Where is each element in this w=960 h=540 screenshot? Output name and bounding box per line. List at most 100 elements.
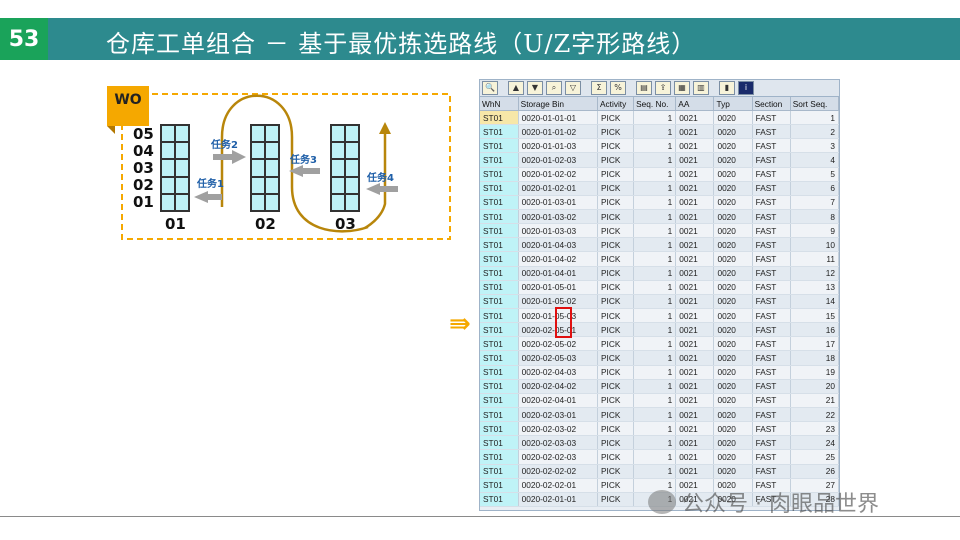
table-cell[interactable]: 0020 [713, 294, 753, 309]
table-cell[interactable]: 0021 [675, 365, 715, 380]
table-cell[interactable]: ST01 [480, 393, 519, 408]
table-cell[interactable]: 17 [790, 336, 839, 352]
table-cell[interactable]: 0021 [675, 308, 715, 324]
table-cell[interactable]: 11 [790, 251, 839, 267]
table-cell[interactable]: FAST [752, 336, 791, 352]
table-row[interactable]: ST01 0020-01-02-01 PICK 1 0021 0020 FAST 6 [480, 181, 839, 196]
table-cell[interactable]: 0020-01-02-01 [518, 181, 598, 196]
table-cell[interactable]: PICK [597, 124, 635, 140]
table-row[interactable]: ST01 0020-02-05-01 PICK 1 0021 0020 FAST 16 [480, 322, 839, 338]
table-cell[interactable]: 24 [790, 435, 839, 451]
table-cell[interactable]: 0020-01-04-01 [518, 266, 598, 281]
table-cell[interactable]: 0020 [713, 464, 753, 479]
table-cell[interactable]: 0020-01-04-03 [518, 237, 598, 253]
table-cell[interactable]: 0020 [713, 152, 753, 168]
table-cell[interactable]: 0020 [713, 209, 753, 225]
table-cell[interactable]: 0021 [675, 167, 715, 182]
table-cell[interactable]: 0021 [675, 251, 715, 267]
sort-descending-icon[interactable]: ▼ [527, 81, 543, 95]
table-cell[interactable]: 1 [633, 407, 677, 423]
table-cell[interactable]: 1 [633, 322, 677, 338]
table-cell[interactable]: 0020 [713, 421, 753, 437]
table-cell[interactable]: 0020-01-03-01 [518, 195, 598, 210]
table-row[interactable]: ST01 0020-01-03-02 PICK 1 0021 0020 FAST 8 [480, 209, 839, 225]
table-cell[interactable]: 1 [633, 280, 677, 295]
table-cell[interactable]: 0020 [713, 138, 753, 154]
table-cell[interactable]: FAST [752, 223, 791, 239]
table-cell[interactable]: FAST [752, 251, 791, 267]
table-cell[interactable]: FAST [752, 350, 791, 366]
table-cell[interactable]: FAST [752, 294, 791, 309]
table-cell[interactable]: 0020-02-04-03 [518, 365, 598, 380]
table-cell[interactable]: 0020 [713, 181, 753, 196]
table-cell[interactable]: FAST [752, 181, 791, 196]
table-cell[interactable]: 0020-02-05-02 [518, 336, 598, 352]
table-cell[interactable]: 0020 [713, 407, 753, 423]
table-cell[interactable]: ST01 [480, 294, 519, 309]
table-cell[interactable]: 0020-02-03-02 [518, 421, 598, 437]
table-cell[interactable]: 0021 [675, 350, 715, 366]
table-cell[interactable]: ST01 [480, 336, 519, 352]
table-cell[interactable]: ST01 [480, 223, 519, 239]
table-cell[interactable]: 0020 [713, 365, 753, 380]
column-header[interactable]: Storage Bin [518, 97, 598, 111]
table-cell[interactable]: 0020 [713, 350, 753, 366]
table-cell[interactable]: 0020 [713, 110, 753, 126]
table-cell[interactable]: PICK [597, 110, 635, 126]
table-cell[interactable]: PICK [597, 237, 635, 253]
table-cell[interactable]: 0020 [713, 237, 753, 253]
table-cell[interactable]: FAST [752, 379, 791, 394]
table-cell[interactable]: 0020-01-05-01 [518, 280, 598, 295]
table-cell[interactable]: 0020-01-03-02 [518, 209, 598, 225]
table-row[interactable]: ST01 0020-02-03-02 PICK 1 0021 0020 FAST 23 [480, 421, 839, 437]
table-cell[interactable]: ST01 [480, 435, 519, 451]
table-row[interactable]: ST01 0020-02-03-01 PICK 1 0021 0020 FAST 22 [480, 407, 839, 423]
table-cell[interactable]: 0020 [713, 393, 753, 408]
table-cell[interactable]: 0020-01-03-03 [518, 223, 598, 239]
table-cell[interactable]: 19 [790, 365, 839, 380]
table-cell[interactable]: FAST [752, 237, 791, 253]
table-cell[interactable]: 5 [790, 167, 839, 182]
table-cell[interactable]: PICK [597, 365, 635, 380]
table-cell[interactable]: 0021 [675, 138, 715, 154]
table-cell[interactable]: FAST [752, 195, 791, 210]
table-cell[interactable]: PICK [597, 421, 635, 437]
table-cell[interactable]: ST01 [480, 407, 519, 423]
table-cell[interactable]: 6 [790, 181, 839, 196]
table-cell[interactable]: 0020 [713, 322, 753, 338]
table-cell[interactable]: FAST [752, 308, 791, 324]
table-cell[interactable]: FAST [752, 365, 791, 380]
table-cell[interactable]: PICK [597, 308, 635, 324]
column-header[interactable]: AA [675, 97, 715, 111]
table-cell[interactable]: 18 [790, 350, 839, 366]
table-cell[interactable]: 1 [633, 379, 677, 394]
table-cell[interactable]: 1 [633, 435, 677, 451]
table-cell[interactable]: ST01 [480, 251, 519, 267]
table-cell[interactable]: 1 [633, 237, 677, 253]
table-cell[interactable]: 1 [633, 464, 677, 479]
table-cell[interactable]: PICK [597, 294, 635, 309]
table-cell[interactable]: PICK [597, 350, 635, 366]
table-cell[interactable]: PICK [597, 336, 635, 352]
table-cell[interactable]: PICK [597, 393, 635, 408]
table-cell[interactable]: 1 [633, 209, 677, 225]
table-row[interactable]: ST01 0020-01-04-02 PICK 1 0021 0020 FAST 11 [480, 251, 839, 267]
table-cell[interactable]: 0021 [675, 124, 715, 140]
table-cell[interactable]: FAST [752, 464, 791, 479]
table-cell[interactable]: 0020-02-01-01 [518, 492, 598, 507]
table-cell[interactable]: 1 [633, 294, 677, 309]
table-cell[interactable]: 1 [633, 336, 677, 352]
table-cell[interactable]: 1 [633, 393, 677, 408]
column-header[interactable]: Sort Seq. [790, 97, 839, 111]
table-row[interactable]: ST01 0020-01-05-02 PICK 1 0021 0020 FAST 14 [480, 294, 839, 309]
table-cell[interactable]: 0020 [713, 195, 753, 210]
table-cell[interactable]: ST01 [480, 237, 519, 253]
table-cell[interactable]: PICK [597, 478, 635, 493]
table-cell[interactable]: 22 [790, 407, 839, 423]
table-cell[interactable]: 1 [633, 266, 677, 281]
table-cell[interactable]: PICK [597, 251, 635, 267]
sort-ascending-icon[interactable]: ▲ [508, 81, 524, 95]
table-cell[interactable]: 15 [790, 308, 839, 324]
table-cell[interactable]: 4 [790, 152, 839, 168]
table-cell[interactable]: PICK [597, 379, 635, 394]
